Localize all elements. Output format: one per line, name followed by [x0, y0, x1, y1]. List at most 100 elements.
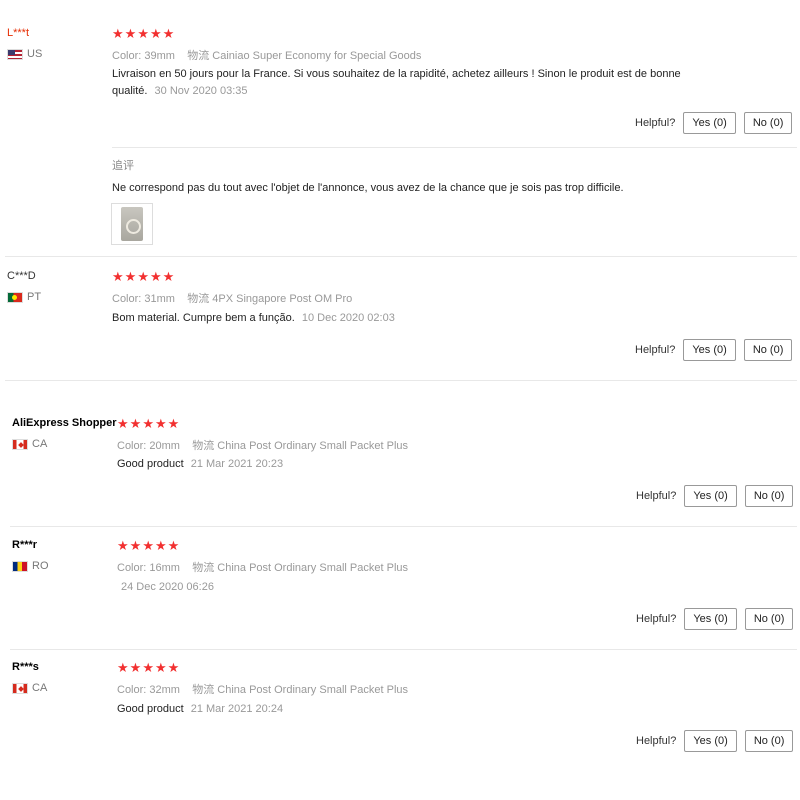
star-icon: ★	[162, 26, 175, 41]
reviewer-country: PT	[7, 291, 41, 303]
review-meta: Color: 32mm 物流 China Post Ordinary Small…	[117, 681, 408, 697]
review-photo-thumbnail[interactable]	[111, 203, 153, 245]
star-icon: ★	[154, 538, 167, 553]
divider	[5, 256, 797, 257]
color-label: Color:	[117, 684, 147, 696]
divider	[5, 380, 797, 381]
shipping-label: 物流	[187, 293, 210, 305]
review-date: 30 Nov 2020 03:35	[154, 85, 248, 97]
helpful-no-button[interactable]: No (0)	[743, 112, 793, 134]
color-value: 31mm	[144, 293, 175, 305]
star-icon: ★	[129, 538, 142, 553]
helpful-section: Helpful? Yes (0) No (0)	[635, 112, 793, 134]
reviewer-name: R***s	[12, 661, 39, 673]
color-label: Color:	[112, 293, 142, 305]
color-label: Color:	[112, 50, 142, 62]
reviewer-name: C***D	[7, 270, 36, 282]
review-date: 10 Dec 2020 02:03	[301, 312, 395, 324]
helpful-no-button[interactable]: No (0)	[744, 485, 794, 507]
star-icon: ★	[149, 26, 162, 41]
star-icon: ★	[142, 660, 154, 675]
review-text: Good product 21 Mar 2021 20:23	[117, 456, 717, 473]
helpful-section: Helpful? Yes (0) No (0)	[636, 485, 794, 507]
star-icon: ★	[124, 269, 137, 284]
divider	[112, 147, 797, 148]
reviewer-country: RO	[12, 560, 49, 572]
helpful-yes-button[interactable]: Yes (0)	[684, 608, 737, 630]
star-icon: ★	[117, 660, 129, 675]
helpful-label: Helpful?	[635, 117, 676, 129]
review-text: Livraison en 50 jours pour la France. Si…	[112, 66, 712, 100]
reviewer-name: AliExpress Shopper	[12, 417, 117, 429]
star-icon: ★	[154, 416, 167, 431]
shipping-label: 物流	[192, 440, 215, 452]
review-date: 21 Mar 2021 20:23	[190, 458, 284, 470]
review-meta: Color: 16mm 物流 China Post Ordinary Small…	[117, 559, 408, 575]
helpful-yes-button[interactable]: Yes (0)	[683, 112, 736, 134]
star-icon: ★	[112, 26, 124, 41]
star-icon: ★	[154, 660, 167, 675]
flag-pt-icon	[7, 291, 23, 303]
star-icon: ★	[167, 660, 180, 675]
helpful-no-button[interactable]: No (0)	[744, 608, 794, 630]
reviewer-name: L***t	[7, 27, 30, 39]
product-photo	[121, 207, 143, 241]
helpful-label: Helpful?	[636, 613, 677, 625]
helpful-yes-button[interactable]: Yes (0)	[684, 730, 737, 752]
review-meta: Color: 31mm 物流 4PX Singapore Post OM Pro	[112, 290, 352, 306]
helpful-section: Helpful? Yes (0) No (0)	[635, 339, 793, 361]
country-code: PT	[27, 291, 42, 303]
star-icon: ★	[129, 416, 142, 431]
review-meta: Color: 20mm 物流 China Post Ordinary Small…	[117, 437, 408, 453]
review-text: Good product 21 Mar 2021 20:24	[117, 701, 717, 718]
country-code: CA	[32, 438, 48, 450]
rating-stars: ★ ★ ★ ★ ★	[112, 27, 174, 40]
color-label: Color:	[117, 440, 147, 452]
reviewer-country: CA	[12, 438, 47, 450]
divider	[10, 526, 797, 527]
country-code: CA	[32, 682, 48, 694]
flag-us-icon	[7, 48, 23, 60]
review-text: Bom material. Cumpre bem a função. 10 De…	[112, 310, 712, 327]
flag-ca-icon	[12, 682, 28, 694]
shipping-label: 物流	[187, 50, 210, 62]
rating-stars: ★ ★ ★ ★ ★	[112, 270, 174, 283]
star-icon: ★	[149, 269, 162, 284]
additional-review-text: Ne correspond pas du tout avec l'objet d…	[112, 182, 624, 194]
shipping-value: Cainiao Super Economy for Special Goods	[212, 50, 422, 62]
star-icon: ★	[162, 269, 175, 284]
review-text: 24 Dec 2020 06:26	[117, 579, 717, 596]
country-code: US	[27, 48, 43, 60]
shipping-value: China Post Ordinary Small Packet Plus	[217, 684, 409, 696]
color-value: 16mm	[149, 562, 180, 574]
star-icon: ★	[142, 416, 154, 431]
star-icon: ★	[167, 538, 180, 553]
reviewer-country: US	[7, 48, 42, 60]
color-label: Color:	[117, 562, 147, 574]
helpful-section: Helpful? Yes (0) No (0)	[636, 730, 794, 752]
color-value: 32mm	[149, 684, 180, 696]
star-icon: ★	[142, 538, 154, 553]
flag-ca-icon	[12, 438, 28, 450]
rating-stars: ★ ★ ★ ★ ★	[117, 539, 179, 552]
color-value: 39mm	[144, 50, 175, 62]
color-value: 20mm	[149, 440, 180, 452]
reviewer-name: R***r	[12, 539, 38, 551]
helpful-yes-button[interactable]: Yes (0)	[683, 339, 736, 361]
star-icon: ★	[137, 26, 149, 41]
review-body: Bom material. Cumpre bem a função.	[112, 312, 295, 324]
star-icon: ★	[137, 269, 149, 284]
shipping-label: 物流	[192, 684, 215, 696]
helpful-no-button[interactable]: No (0)	[743, 339, 793, 361]
review-date: 24 Dec 2020 06:26	[121, 581, 214, 593]
helpful-no-button[interactable]: No (0)	[744, 730, 794, 752]
helpful-section: Helpful? Yes (0) No (0)	[636, 608, 794, 630]
shipping-label: 物流	[192, 562, 215, 574]
review-body: Good product	[117, 458, 184, 470]
helpful-yes-button[interactable]: Yes (0)	[684, 485, 737, 507]
star-icon: ★	[117, 416, 129, 431]
country-code: RO	[32, 560, 49, 572]
star-icon: ★	[117, 538, 129, 553]
review-date: 21 Mar 2021 20:24	[190, 703, 284, 715]
star-icon: ★	[112, 269, 124, 284]
